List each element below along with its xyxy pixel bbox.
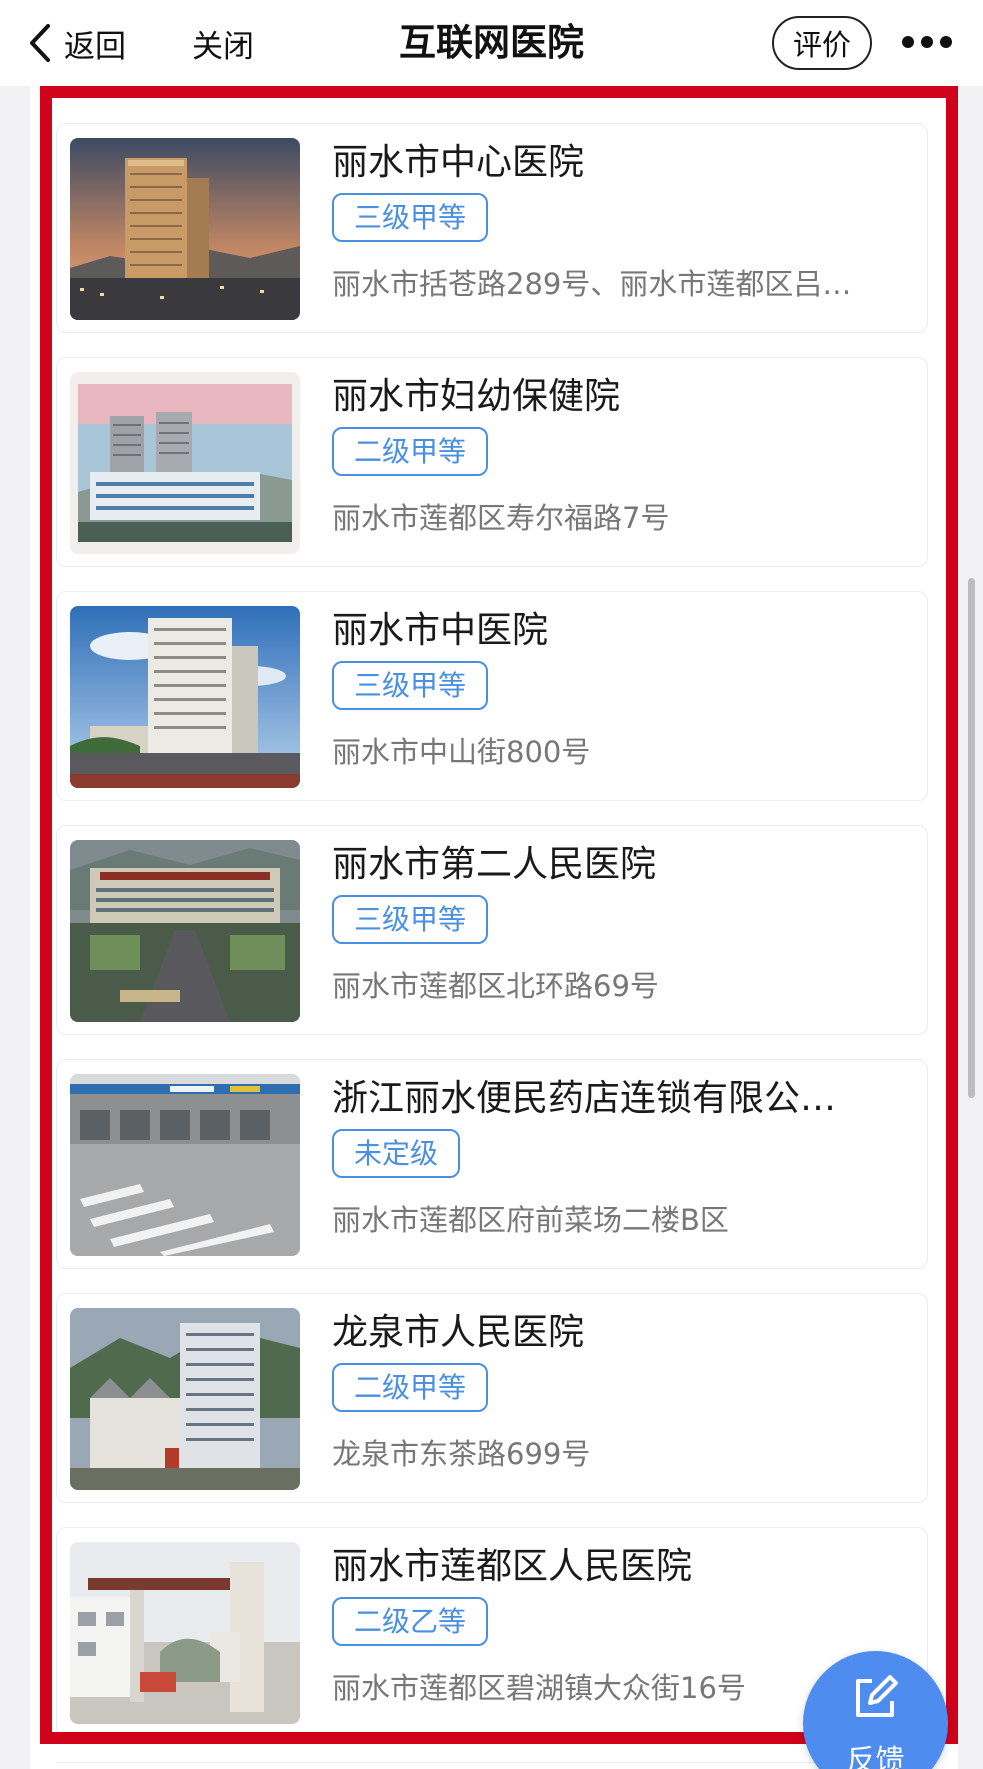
nav-bar: 返回 关闭 互联网医院 评价 <box>0 0 983 86</box>
hospital-name: 丽水市莲都区人民医院 <box>332 1546 693 1587</box>
hospital-photo <box>70 1542 300 1724</box>
back-button[interactable]: 返回 <box>28 18 126 68</box>
feedback-label: 反馈 <box>846 1743 905 1769</box>
hospital-level-badge: 二级甲等 <box>332 1363 489 1412</box>
hospital-card[interactable]: 丽水市妇幼保健院 二级甲等 丽水市莲都区寿尔福路7号 <box>56 357 928 567</box>
hospital-card[interactable]: 丽水市第二人民医院 三级甲等 丽水市莲都区北环路69号 <box>56 825 928 1035</box>
hospital-name: 丽水市妇幼保健院 <box>332 376 621 417</box>
hospital-level-badge: 二级甲等 <box>332 427 489 476</box>
more-dots-icon <box>901 34 953 53</box>
hospital-photo <box>70 1308 300 1490</box>
hospital-address: 丽水市中山街800号 <box>332 735 591 769</box>
hospital-card[interactable]: 丽水市中医院 三级甲等 丽水市中山街800号 <box>56 591 928 801</box>
hospital-photo <box>70 840 300 1022</box>
hospital-card[interactable]: 丽水市莲都区人民医院 二级乙等 丽水市莲都区碧湖镇大众街16号 <box>56 1527 928 1737</box>
hospital-address: 丽水市括苍路289号、丽水市莲都区吕… <box>332 267 852 301</box>
scrollbar-thumb[interactable] <box>968 578 975 1098</box>
hospital-level-badge: 三级甲等 <box>332 895 489 944</box>
hospital-address: 丽水市莲都区寿尔福路7号 <box>332 501 670 535</box>
hospital-photo <box>70 138 300 320</box>
hospital-card[interactable]: 浙江丽水便民药店连锁有限公… 未定级 丽水市莲都区府前菜场二楼B区 <box>56 1059 928 1269</box>
hospital-level-badge: 未定级 <box>332 1129 461 1178</box>
hospital-name: 浙江丽水便民药店连锁有限公… <box>332 1078 837 1119</box>
hospital-address: 丽水市莲都区府前菜场二楼B区 <box>332 1203 729 1237</box>
rate-button[interactable]: 评价 <box>772 16 872 70</box>
hospital-list: 丽水市中心医院 三级甲等 丽水市括苍路289号、丽水市莲都区吕… 丽水市妇幼保健… <box>56 123 928 1761</box>
edit-icon <box>850 1673 900 1727</box>
hospital-level-badge: 三级甲等 <box>332 193 489 242</box>
hospital-address: 龙泉市东茶路699号 <box>332 1437 591 1471</box>
hospital-photo <box>70 1074 300 1256</box>
chevron-left-icon <box>28 23 52 63</box>
close-button[interactable]: 关闭 <box>192 18 254 68</box>
hospital-card[interactable]: 丽水市中心医院 三级甲等 丽水市括苍路289号、丽水市莲都区吕… <box>56 123 928 333</box>
hospital-level-badge: 三级甲等 <box>332 661 489 710</box>
hospital-name: 丽水市中医院 <box>332 610 549 651</box>
hospital-name: 丽水市中心医院 <box>332 142 585 183</box>
next-card-edge <box>56 1762 928 1769</box>
hospital-address: 丽水市莲都区北环路69号 <box>332 969 659 1003</box>
hospital-photo <box>70 372 300 554</box>
hospital-card[interactable]: 龙泉市人民医院 二级甲等 龙泉市东茶路699号 <box>56 1293 928 1503</box>
hospital-photo <box>70 606 300 788</box>
hospital-level-badge: 二级乙等 <box>332 1597 489 1646</box>
more-button[interactable] <box>896 22 958 64</box>
back-label: 返回 <box>64 28 126 65</box>
hospital-name: 龙泉市人民医院 <box>332 1312 585 1353</box>
hospital-name: 丽水市第二人民医院 <box>332 844 657 885</box>
